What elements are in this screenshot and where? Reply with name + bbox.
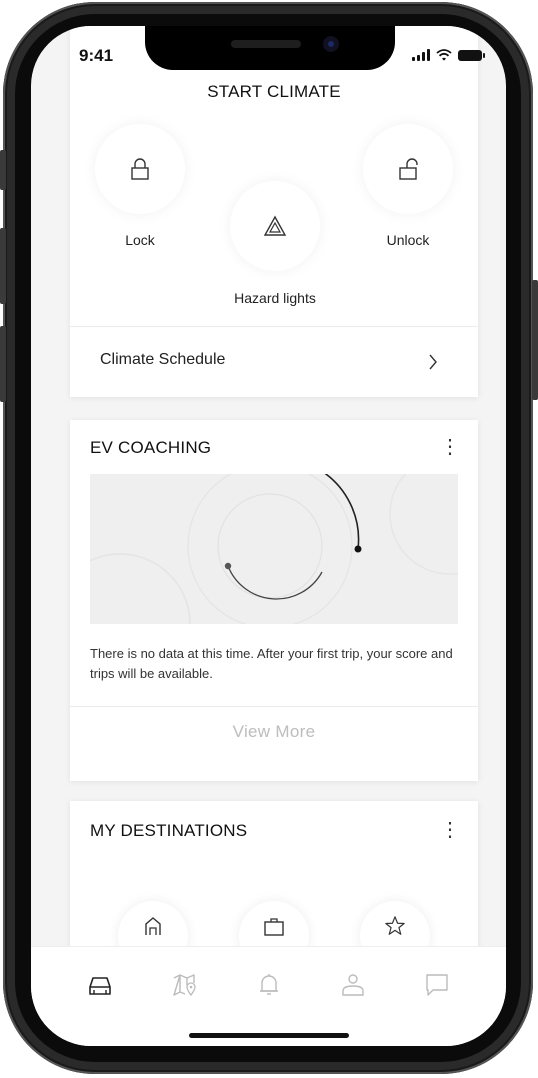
ev-coaching-message: There is no data at this time. After you… [90, 646, 453, 681]
tab-map[interactable] [169, 969, 201, 1001]
home-destination-button[interactable] [118, 901, 188, 946]
my-destinations-card: MY DESTINATIONS ⋮ [70, 801, 478, 946]
lock-button[interactable] [95, 124, 185, 214]
bottom-tab-bar [31, 946, 506, 1046]
signal-icon [412, 49, 430, 61]
start-climate-title[interactable]: START CLIMATE [70, 82, 478, 102]
lock-icon [131, 158, 149, 180]
tab-notifications[interactable] [253, 969, 285, 1001]
favorite-destination-button[interactable] [360, 901, 430, 946]
ev-coaching-menu-icon[interactable]: ⋮ [440, 437, 460, 457]
chevron-right-icon [429, 354, 437, 370]
mute-switch [0, 150, 6, 190]
unlock-icon [399, 158, 418, 180]
front-camera [323, 36, 339, 52]
briefcase-icon [264, 918, 284, 936]
home-indicator[interactable] [189, 1033, 349, 1038]
unlock-button[interactable] [363, 124, 453, 214]
notch [145, 26, 395, 70]
score-ring-graphic [90, 474, 458, 624]
volume-up-button [0, 228, 6, 304]
bell-icon [260, 974, 278, 995]
climate-schedule-row[interactable]: Climate Schedule [70, 327, 478, 397]
ev-coaching-graphic [90, 474, 458, 624]
status-time: 9:41 [79, 46, 114, 65]
power-button [532, 280, 538, 400]
speaker [231, 40, 301, 48]
chat-icon [426, 974, 448, 996]
divider [70, 706, 478, 707]
my-destinations-menu-icon[interactable]: ⋮ [440, 820, 460, 840]
battery-icon [458, 49, 485, 61]
home-icon [145, 917, 161, 935]
climate-card: START CLIMATE Lock Hazard lights Unlock … [70, 26, 478, 397]
unlock-label: Unlock [386, 232, 430, 248]
tab-profile[interactable] [337, 969, 369, 1001]
tab-vehicle[interactable] [84, 969, 116, 1001]
volume-down-button [0, 326, 6, 402]
lock-label: Lock [125, 232, 155, 248]
app-screen: START CLIMATE Lock Hazard lights Unlock … [31, 26, 506, 1046]
ev-coaching-card: EV COACHING ⋮ There is no data at this t… [70, 420, 478, 781]
my-destinations-title: MY DESTINATIONS [90, 821, 248, 840]
tab-messages[interactable] [421, 969, 453, 1001]
star-icon [385, 916, 405, 935]
ev-coaching-title: EV COACHING [90, 438, 212, 457]
map-icon [173, 974, 196, 997]
hazard-lights-button[interactable] [230, 181, 320, 271]
main-scroll[interactable]: START CLIMATE Lock Hazard lights Unlock … [31, 26, 506, 946]
hazard-icon [263, 215, 287, 236]
hazard-lights-label: Hazard lights [234, 290, 316, 306]
status-icons [412, 48, 485, 62]
view-more-button[interactable]: View More [70, 722, 478, 742]
wifi-icon [436, 49, 452, 61]
climate-schedule-label: Climate Schedule [100, 351, 226, 368]
work-destination-button[interactable] [239, 901, 309, 946]
car-icon [89, 977, 111, 995]
profile-icon [342, 974, 364, 996]
